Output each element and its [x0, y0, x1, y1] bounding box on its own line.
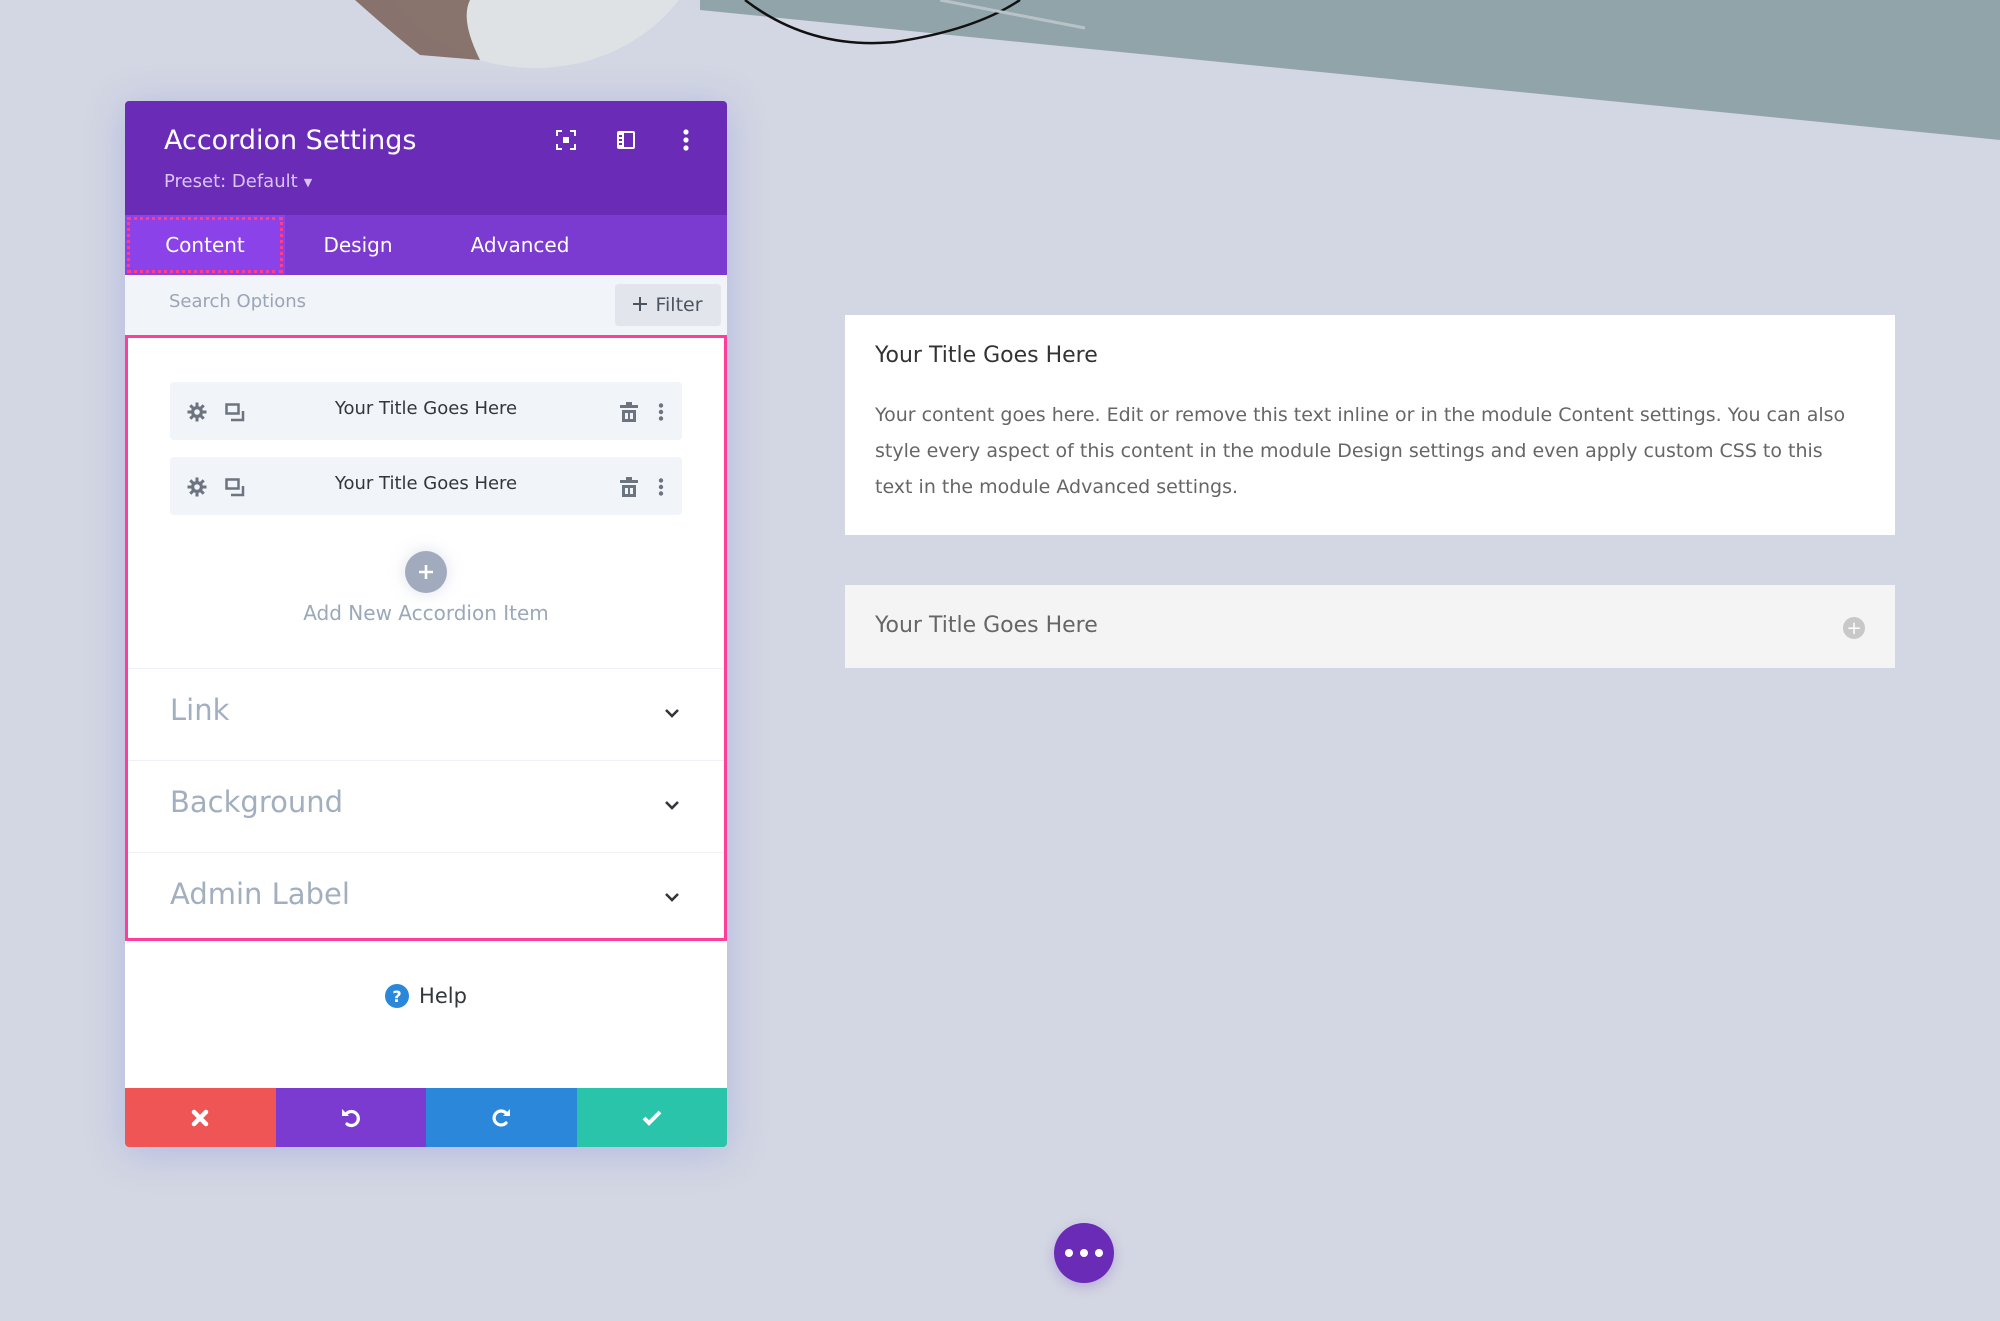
more-vertical-icon[interactable] [650, 476, 672, 498]
accordion-item[interactable]: Your Title Goes Here [170, 382, 682, 440]
expand-plus-icon[interactable]: + [1843, 617, 1865, 639]
save-button[interactable] [576, 1088, 727, 1147]
add-item-label[interactable]: Add New Accordion Item [128, 601, 724, 625]
item-title: Your Title Goes Here [334, 398, 518, 419]
help-label: Help [419, 984, 467, 1008]
search-input[interactable] [169, 291, 519, 312]
undo-icon [341, 1108, 360, 1127]
content-options: Your Title Goes Here Your Title Goes Her… [125, 335, 727, 941]
item-title: Your Title Goes Here [334, 473, 518, 494]
redo-icon [492, 1108, 511, 1127]
panel-title: Accordion Settings [164, 125, 417, 156]
plus-icon [419, 565, 433, 579]
close-icon [192, 1109, 209, 1126]
accordion-item[interactable]: Your Title Goes Here [170, 457, 682, 515]
filter-label: Filter [655, 294, 703, 316]
slanted-band [700, 0, 2000, 140]
section-toggle-link[interactable]: Link [128, 668, 724, 760]
filter-button[interactable]: Filter [615, 284, 721, 326]
tab-design[interactable]: Design [285, 215, 431, 275]
discard-button[interactable] [125, 1088, 276, 1147]
add-item-button[interactable] [405, 551, 447, 593]
page-settings-button[interactable] [1054, 1223, 1114, 1283]
settings-panel: Accordion Settings Preset: Default ▼ Cont… [125, 101, 727, 1147]
trash-icon[interactable] [618, 476, 640, 498]
caret-down-icon: ▼ [303, 175, 313, 189]
accordion-title: Your Title Goes Here [875, 613, 1098, 638]
check-icon [642, 1110, 662, 1126]
section-label: Admin Label [170, 877, 350, 911]
more-vertical-icon[interactable] [675, 129, 697, 151]
more-vertical-icon[interactable] [650, 401, 672, 423]
plus-icon [633, 294, 648, 316]
dot [1065, 1249, 1073, 1257]
trash-icon[interactable] [618, 401, 640, 423]
chevron-down-icon [665, 709, 679, 718]
dot [1095, 1249, 1103, 1257]
search-row: Filter [125, 275, 727, 335]
dot [1080, 1249, 1088, 1257]
section-label: Background [170, 785, 344, 819]
help-link[interactable]: ? Help [125, 984, 727, 1008]
tab-content[interactable]: Content [125, 215, 285, 275]
expand-icon[interactable] [555, 129, 577, 151]
section-label: Link [170, 693, 230, 727]
chevron-down-icon [665, 801, 679, 810]
tab-advanced[interactable]: Advanced [431, 215, 609, 275]
redo-button[interactable] [426, 1088, 577, 1147]
accordion-preview-closed-item[interactable]: Your Title Goes Here + [845, 585, 1895, 668]
accordion-content: Your content goes here. Edit or remove t… [875, 404, 1846, 498]
accordion-preview-open-item[interactable]: Your Title Goes Here Your content goes h… [845, 315, 1895, 535]
preset-dropdown[interactable]: Preset: Default ▼ [164, 171, 312, 192]
preset-label: Preset: Default [164, 171, 298, 192]
section-toggle-background[interactable]: Background [128, 760, 724, 852]
question-icon: ? [385, 984, 410, 1008]
panel-header: Accordion Settings Preset: Default ▼ [125, 101, 727, 215]
tab-bar: Content Design Advanced [125, 215, 727, 275]
chevron-down-icon [665, 893, 679, 902]
section-toggle-admin-label[interactable]: Admin Label [128, 852, 724, 944]
accordion-title: Your Title Goes Here [875, 343, 1098, 368]
footer-actions [125, 1088, 727, 1147]
undo-button[interactable] [275, 1088, 426, 1147]
split-view-icon[interactable] [615, 129, 637, 151]
